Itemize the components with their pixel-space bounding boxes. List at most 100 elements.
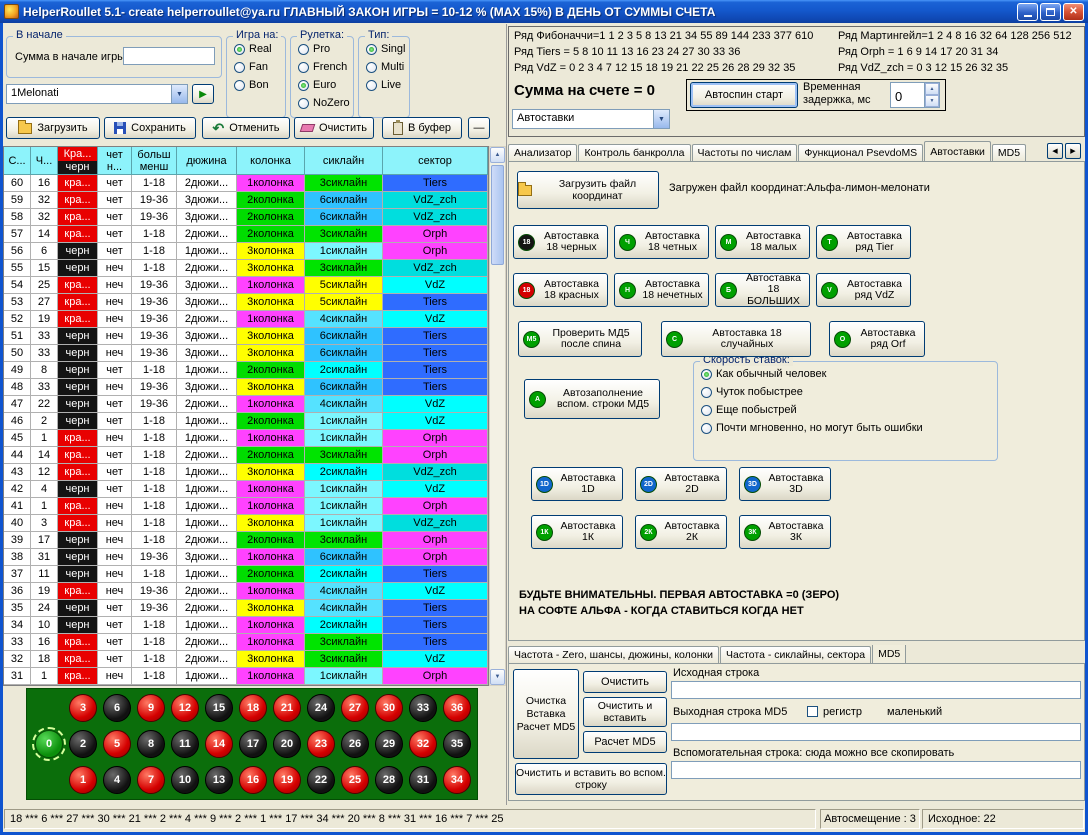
table-row[interactable]: 5932кра...чет19-363дюжи...2колонка6сикла… — [4, 192, 488, 209]
scrollbar-thumb[interactable] — [491, 165, 504, 265]
board-number-25[interactable]: 25 — [341, 766, 369, 794]
tab-active[interactable]: MD5 — [872, 645, 906, 663]
board-number-10[interactable]: 10 — [171, 766, 199, 794]
board-number-18[interactable]: 18 — [239, 694, 267, 722]
profile-select[interactable]: 1Melonati ▼ — [6, 84, 188, 104]
board-number-16[interactable]: 16 — [239, 766, 267, 794]
table-row[interactable]: 462чернчет1-181дюжи...2колонка1сиклайнVd… — [4, 413, 488, 430]
bet-button[interactable]: 2DАвтоставка 2D — [635, 467, 727, 501]
radio-option[interactable]: Pro — [298, 43, 353, 55]
board-number-11[interactable]: 11 — [171, 730, 199, 758]
tab-item[interactable]: Анализатор — [508, 144, 577, 161]
radio-option[interactable]: Bon — [234, 79, 285, 91]
board-number-22[interactable]: 22 — [307, 766, 335, 794]
board-number-32[interactable]: 32 — [409, 730, 437, 758]
table-row[interactable]: 4312кра...чет1-181дюжи...3колонка2сиклай… — [4, 464, 488, 481]
board-number-15[interactable]: 15 — [205, 694, 233, 722]
start-profile-button[interactable]: ▶ — [192, 84, 214, 104]
load-button[interactable]: Загрузить — [6, 117, 100, 139]
radio-option[interactable]: Euro — [298, 79, 353, 91]
clear-button[interactable]: Очистить — [294, 117, 374, 139]
table-row[interactable]: 5832кра...чет19-363дюжи...2колонка6сикла… — [4, 209, 488, 226]
tab-scroll-left-icon[interactable]: ◀ — [1047, 143, 1063, 159]
board-number-12[interactable]: 12 — [171, 694, 199, 722]
tab-item[interactable]: Контроль банкролла — [578, 144, 690, 161]
bet-button[interactable]: 1DАвтоставка 1D — [531, 467, 623, 501]
board-number-33[interactable]: 33 — [409, 694, 437, 722]
table-row[interactable]: 498чернчет1-181дюжи...2колонка2сиклайнTi… — [4, 362, 488, 379]
tab-item[interactable]: Частота - Zero, шансы, дюжины, колонки — [508, 646, 719, 663]
scroll-up-icon[interactable]: ▲ — [490, 147, 505, 163]
board-number-30[interactable]: 30 — [375, 694, 403, 722]
board-number-17[interactable]: 17 — [239, 730, 267, 758]
radio-option[interactable]: Multi — [366, 61, 409, 73]
board-number-26[interactable]: 26 — [341, 730, 369, 758]
board-number-36[interactable]: 36 — [443, 694, 471, 722]
radio-option[interactable]: Еще побыстрей — [701, 404, 997, 416]
tab-active[interactable]: Автоставки — [924, 141, 991, 161]
undo-button[interactable]: ↶ Отменить — [202, 117, 290, 139]
md5-clear-button[interactable]: Очистить — [583, 671, 667, 693]
board-number-34[interactable]: 34 — [443, 766, 471, 794]
tab-item[interactable]: MD5 — [992, 144, 1026, 161]
table-row[interactable]: 4414кра...чет1-182дюжи...2колонка3сиклай… — [4, 447, 488, 464]
maximize-button[interactable] — [1040, 3, 1061, 21]
board-number-35[interactable]: 35 — [443, 730, 471, 758]
radio-option[interactable]: NoZero — [298, 97, 353, 109]
board-number-7[interactable]: 7 — [137, 766, 165, 794]
minimize-button[interactable] — [1017, 3, 1038, 21]
board-number-14[interactable]: 14 — [205, 730, 233, 758]
bet-button[interactable]: НАвтоставка 18 нечетных — [614, 273, 709, 307]
table-row[interactable]: 3711черннеч1-181дюжи...2колонка2сиклайнT… — [4, 566, 488, 583]
tab-scroll-right-icon[interactable]: ▶ — [1065, 143, 1081, 159]
scroll-down-icon[interactable]: ▼ — [490, 669, 505, 685]
source-string-input[interactable] — [671, 681, 1081, 699]
aux-string-input[interactable] — [671, 761, 1081, 779]
radio-option[interactable]: Почти мгновенно, но могут быть ошибки — [701, 422, 997, 434]
table-row[interactable]: 3218кра...чет1-182дюжи...3колонка3сиклай… — [4, 651, 488, 668]
table-row[interactable]: 5515черннеч1-182дюжи...3колонка3сиклайнV… — [4, 260, 488, 277]
load-coordinates-button[interactable]: Загрузить файл координат — [517, 171, 659, 209]
collapse-button[interactable]: — — [468, 117, 490, 139]
tab-item[interactable]: Функционал PsevdoMS — [798, 144, 923, 161]
board-number-1[interactable]: 1 — [69, 766, 97, 794]
table-row[interactable]: 311кра...неч1-181дюжи...1колонка1сиклайн… — [4, 668, 488, 685]
bet-button[interactable]: М5Проверить МД5 после спина — [518, 321, 642, 357]
radio-option[interactable]: Чуток побыстрее — [701, 386, 997, 398]
board-number-5[interactable]: 5 — [103, 730, 131, 758]
board-number-31[interactable]: 31 — [409, 766, 437, 794]
board-number-3[interactable]: 3 — [69, 694, 97, 722]
bet-button[interactable]: VАвтоставка ряд VdZ — [816, 273, 911, 307]
bet-button[interactable]: ТАвтоставка ряд Tier — [816, 225, 911, 259]
board-number-21[interactable]: 21 — [273, 694, 301, 722]
table-row[interactable]: 3410чернчет1-181дюжи...1колонка2сиклайнT… — [4, 617, 488, 634]
table-row[interactable]: 5425кра...неч19-363дюжи...1колонка5сикла… — [4, 277, 488, 294]
table-row[interactable]: 6016кра...чет1-182дюжи...1колонка3сиклай… — [4, 175, 488, 192]
board-number-6[interactable]: 6 — [103, 694, 131, 722]
bet-button[interactable]: ААвтозаполнение вспом. строки МД5 — [524, 379, 660, 419]
save-button[interactable]: Сохранить — [104, 117, 196, 139]
bet-button[interactable]: БАвтоставка 18 БОЛЬШИХ — [715, 273, 810, 307]
table-row[interactable]: 3831черннеч19-363дюжи...1колонка6сиклайн… — [4, 549, 488, 566]
autobet-select[interactable]: Автоставки ▼ — [512, 109, 670, 129]
bet-button[interactable]: 18Автоставка 18 красных — [513, 273, 608, 307]
output-string-input[interactable] — [671, 723, 1081, 741]
board-number-4[interactable]: 4 — [103, 766, 131, 794]
table-row[interactable]: 3524чернчет19-362дюжи...3колонка4сиклайн… — [4, 600, 488, 617]
board-number-19[interactable]: 19 — [273, 766, 301, 794]
table-row[interactable]: 451кра...неч1-181дюжи...1колонка1сиклайн… — [4, 430, 488, 447]
radio-option[interactable]: Live — [366, 79, 409, 91]
table-row[interactable]: 411кра...неч1-181дюжи...1колонка1сиклайн… — [4, 498, 488, 515]
table-row[interactable]: 5327кра...неч19-363дюжи...3колонка5сикла… — [4, 294, 488, 311]
start-sum-input[interactable] — [123, 47, 215, 65]
board-number-23[interactable]: 23 — [307, 730, 335, 758]
table-row[interactable]: 3917черннеч1-182дюжи...2колонка3сиклайнO… — [4, 532, 488, 549]
table-row[interactable]: 5714кра...чет1-182дюжи...2колонка3сиклай… — [4, 226, 488, 243]
table-row[interactable]: 403кра...неч1-181дюжи...3колонка1сиклайн… — [4, 515, 488, 532]
md5-clear-paste-aux-button[interactable]: Очистить и вставить во вспом. строку — [515, 763, 667, 795]
tab-item[interactable]: Частоты по числам — [692, 144, 798, 161]
board-number-27[interactable]: 27 — [341, 694, 369, 722]
autospin-start-button[interactable]: Автоспин старт — [690, 82, 798, 108]
register-checkbox[interactable] — [807, 706, 818, 717]
board-number-20[interactable]: 20 — [273, 730, 301, 758]
